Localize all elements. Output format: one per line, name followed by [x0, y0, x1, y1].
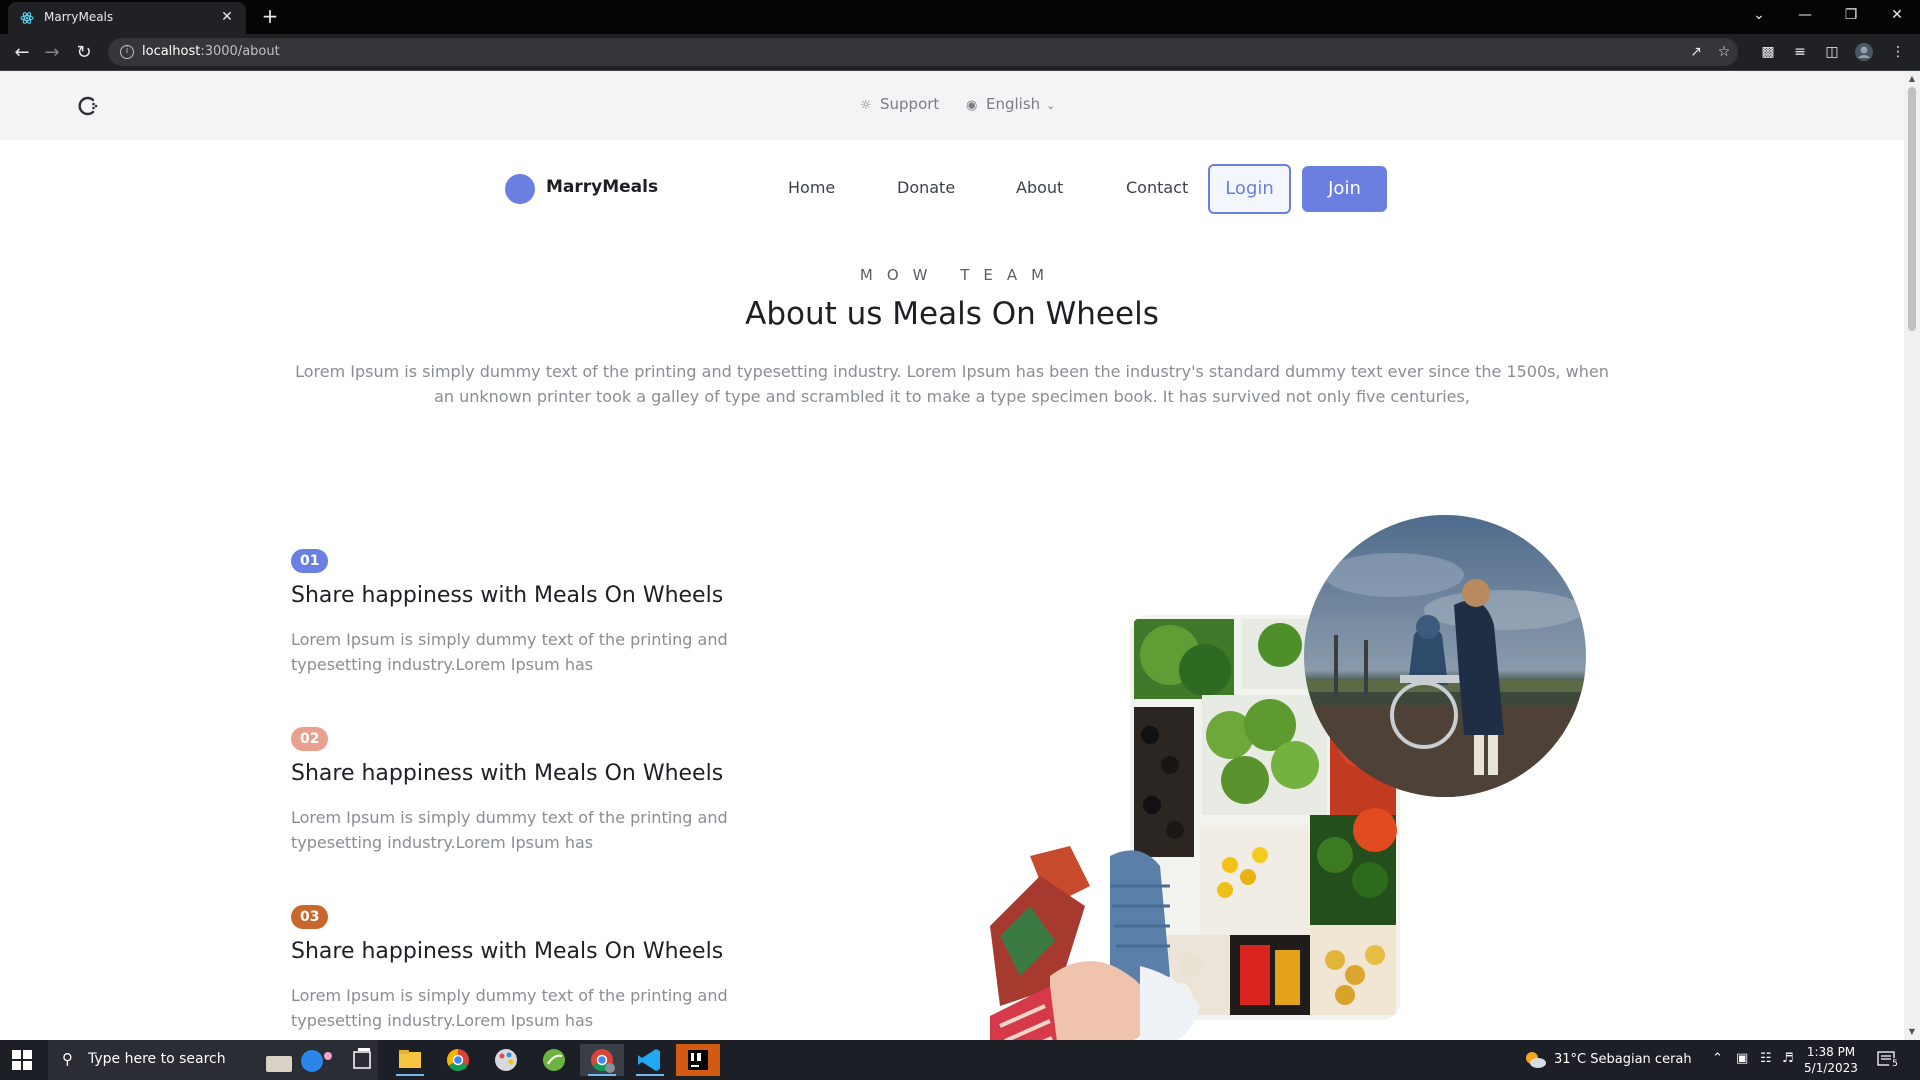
browser-tab[interactable]: MarryMeals ✕	[8, 2, 246, 34]
search-highlight-icon	[266, 1050, 332, 1072]
nav-about[interactable]: About	[1016, 178, 1063, 197]
profile-avatar[interactable]	[1854, 42, 1874, 62]
clock-date: 5/1/2023	[1804, 1061, 1858, 1075]
react-atom-icon	[20, 12, 34, 24]
weather-icon[interactable]	[1524, 1050, 1546, 1070]
brand-logo[interactable]	[505, 174, 535, 204]
brand-name[interactable]: MarryMeals	[546, 177, 658, 197]
file-explorer-icon[interactable]	[388, 1044, 432, 1076]
feature-title: Share happiness with Meals On Wheels	[291, 583, 724, 608]
about-image-collage	[990, 501, 1620, 1040]
nav-contact[interactable]: Contact	[1126, 178, 1188, 197]
tray-chevron-up-icon[interactable]: ⌃	[1712, 1051, 1723, 1066]
forward-arrow-icon[interactable]: →	[40, 41, 64, 65]
feature-number-badge: 02	[291, 727, 329, 751]
globe-icon: ◉	[966, 98, 978, 113]
url-text: localhost:3000/about	[142, 44, 280, 59]
login-button[interactable]: Login	[1208, 164, 1291, 214]
reading-list-icon[interactable]: ≡	[1790, 42, 1810, 62]
bookmark-star-icon[interactable]: ☆	[1714, 42, 1734, 62]
vscode-icon[interactable]	[628, 1044, 672, 1076]
restore-button[interactable]: ❐	[1828, 0, 1874, 30]
utility-bar: ☼ Support ◉ English ⌄	[0, 71, 1904, 140]
minimize-button[interactable]: —	[1782, 0, 1828, 30]
scroll-up-arrow-icon[interactable]: ▲	[1904, 71, 1920, 87]
feature-description: Lorem Ipsum is simply dummy text of the …	[291, 630, 728, 674]
intro-paragraph: Lorem Ipsum is simply dummy text of the …	[295, 362, 1609, 406]
joined-hands-photo	[990, 846, 1240, 1040]
notification-count-badge: 5	[1889, 1058, 1901, 1070]
windows-taskbar: ⚲ Type here to search 31°C Sebagian cera…	[0, 1040, 1920, 1080]
chevron-down-icon: ⌄	[1046, 99, 1056, 112]
nav-donate[interactable]: Donate	[897, 178, 955, 197]
taskbar-search-placeholder: Type here to search	[88, 1051, 226, 1067]
side-panel-icon[interactable]: ◫	[1822, 42, 1842, 62]
volume-icon[interactable]: ♬	[1782, 1051, 1794, 1066]
browser-menu-icon[interactable]: ⋮	[1888, 42, 1908, 62]
spring-tool-icon[interactable]	[532, 1044, 576, 1076]
notification-center-icon[interactable]: 5	[1876, 1050, 1901, 1070]
new-tab-button[interactable]: +	[258, 5, 282, 29]
site-info-icon[interactable]: i	[120, 45, 134, 59]
page-title: About us Meals On Wheels	[745, 296, 1159, 332]
task-view-icon[interactable]	[340, 1044, 384, 1076]
loading-logo-icon	[78, 96, 98, 116]
address-bar[interactable]: i localhost:3000/about ↗ ☆	[108, 38, 1738, 66]
join-button[interactable]: Join	[1302, 166, 1387, 212]
feature-item: 01 Share happiness with Meals On Wheels …	[291, 549, 771, 677]
page-viewport: ☼ Support ◉ English ⌄ MarryMeals Home Donat…	[0, 71, 1904, 1040]
volunteer-wheelchair-photo	[1304, 515, 1586, 797]
feature-number-badge: 01	[291, 549, 329, 573]
share-icon[interactable]: ↗	[1686, 42, 1706, 62]
network-icon[interactable]: ☷	[1760, 1051, 1772, 1066]
section-eyebrow: MOW TEAM	[859, 266, 1059, 284]
browser-toolbar: ← → ↻ i localhost:3000/about ↗ ☆ ▩ ≡ ◫ ⋮	[0, 34, 1920, 71]
taskbar-clock[interactable]: 1:38 PM 5/1/2023	[1796, 1044, 1866, 1076]
support-link[interactable]: ☼ Support	[860, 95, 939, 113]
tab-title: MarryMeals	[44, 10, 114, 24]
extensions-puzzle-icon[interactable]: ▩	[1758, 42, 1778, 62]
scroll-down-arrow-icon[interactable]: ▼	[1904, 1024, 1920, 1040]
language-selector[interactable]: ◉ English ⌄	[966, 95, 1055, 113]
headset-icon: ☼	[860, 98, 872, 113]
intellij-icon[interactable]	[676, 1044, 720, 1076]
feature-item: 02 Share happiness with Meals On Wheels …	[291, 727, 771, 855]
reload-icon[interactable]: ↻	[72, 41, 96, 65]
paint-icon[interactable]	[484, 1044, 528, 1076]
feature-description: Lorem Ipsum is simply dummy text of the …	[291, 986, 728, 1030]
feature-description: Lorem Ipsum is simply dummy text of the …	[291, 808, 728, 852]
meet-now-icon[interactable]: ▣	[1736, 1051, 1748, 1066]
search-icon: ⚲	[62, 1050, 73, 1068]
taskbar-search[interactable]: ⚲ Type here to search	[48, 1040, 378, 1080]
nav-home[interactable]: Home	[788, 178, 835, 197]
windows-start-icon[interactable]	[12, 1050, 32, 1070]
weather-text[interactable]: 31°C Sebagian cerah	[1554, 1052, 1692, 1067]
tab-search-icon[interactable]: ⌄	[1736, 0, 1782, 30]
back-arrow-icon[interactable]: ←	[10, 41, 34, 65]
page-scrollbar[interactable]: ▲ ▼	[1904, 71, 1920, 1040]
close-window-button[interactable]: ✕	[1874, 0, 1920, 30]
browser-tab-strip: MarryMeals ✕ + ⌄ — ❐ ✕	[0, 0, 1920, 34]
feature-item: 03 Share happiness with Meals On Wheels …	[291, 905, 771, 1033]
chrome-profile-icon[interactable]	[580, 1044, 624, 1076]
scrollbar-thumb[interactable]	[1908, 87, 1916, 331]
feature-number-badge: 03	[291, 905, 329, 929]
chrome-icon[interactable]	[436, 1044, 480, 1076]
feature-title: Share happiness with Meals On Wheels	[291, 761, 724, 786]
feature-title: Share happiness with Meals On Wheels	[291, 939, 724, 964]
clock-time: 1:38 PM	[1806, 1045, 1856, 1059]
tab-close-icon[interactable]: ✕	[218, 8, 236, 26]
